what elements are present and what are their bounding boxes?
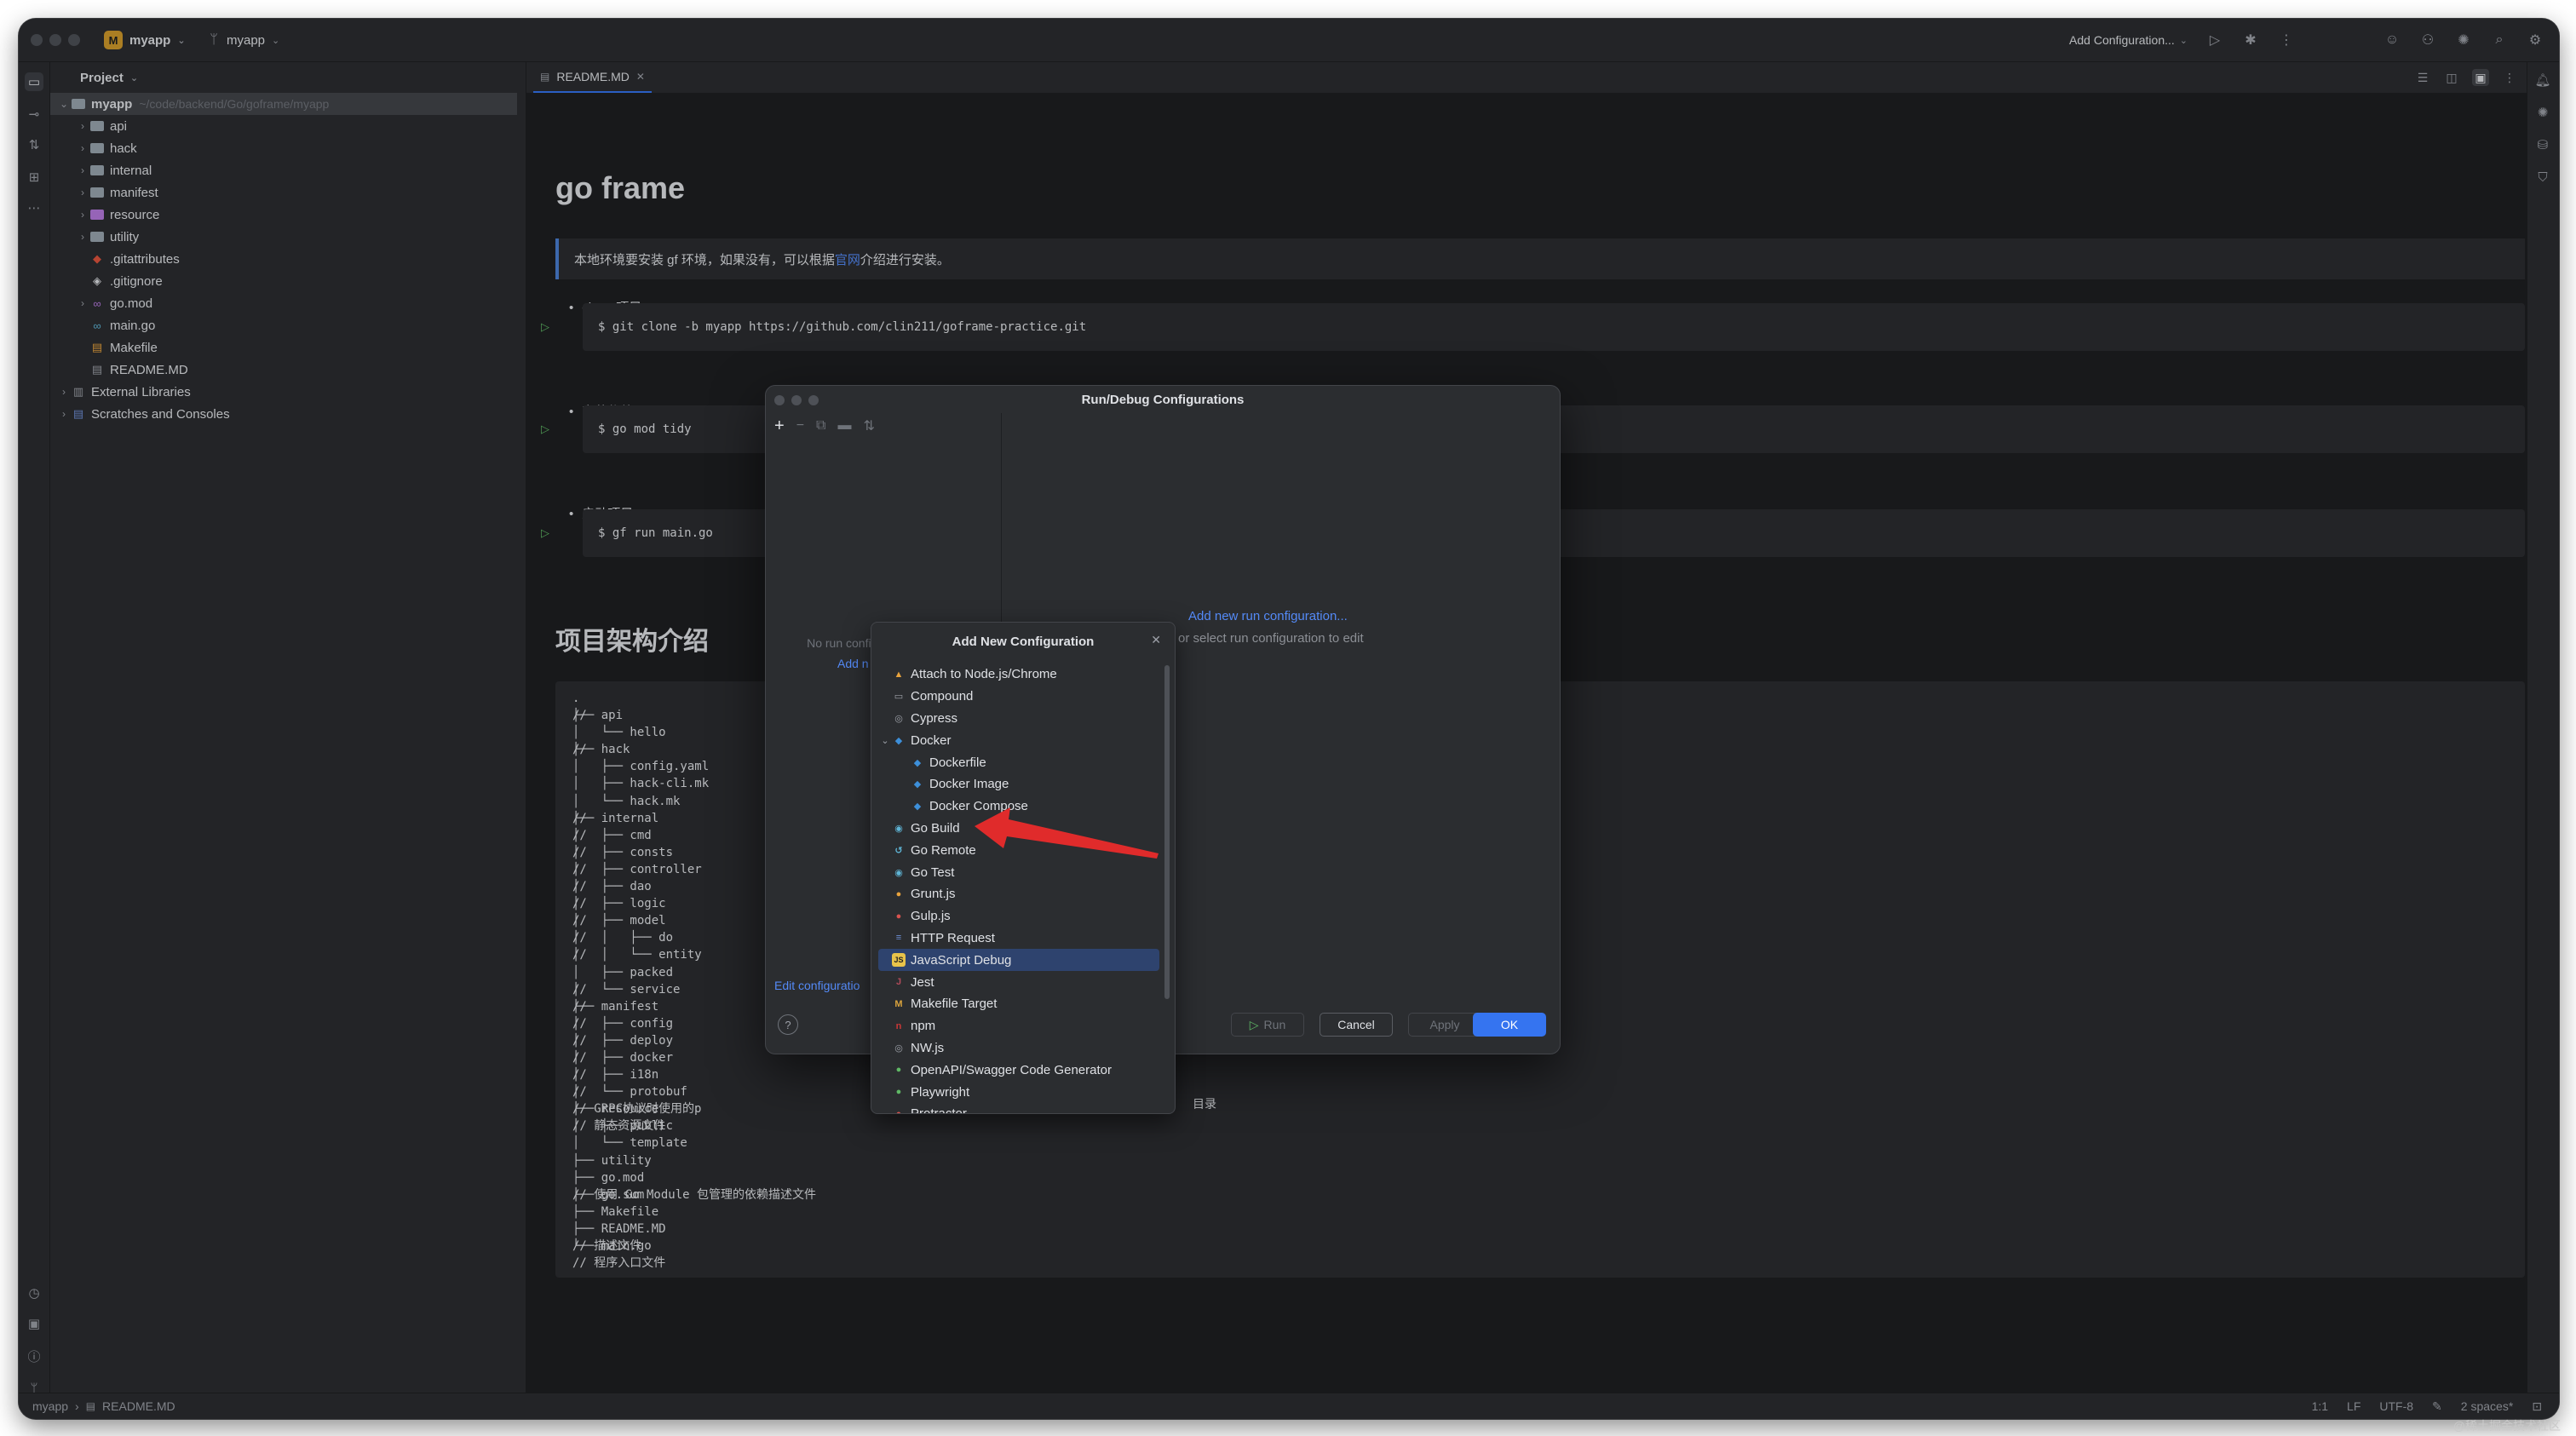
select-config-hint: or select run configuration to edit xyxy=(1178,631,1364,646)
config-type-label: Go Build xyxy=(911,820,960,836)
config-type-item[interactable]: ▭ Compound xyxy=(878,686,1159,708)
popup-title: Add New Configuration xyxy=(952,634,1095,649)
add-config-link[interactable]: Add n xyxy=(837,657,869,670)
add-new-run-config-link[interactable]: Add new run configuration... xyxy=(1188,609,1348,623)
http-request-icon: ≡ xyxy=(895,933,902,944)
config-type-label: Go Test xyxy=(911,864,955,880)
openapi-icon: ● xyxy=(895,1065,902,1076)
jest-icon: J xyxy=(895,977,902,988)
dialog-close-button[interactable] xyxy=(774,395,785,405)
docker-icon: ◆ xyxy=(913,801,922,813)
config-type-item[interactable]: ◎ Cypress xyxy=(878,708,1159,730)
run-button[interactable]: ▷ Run xyxy=(1231,1013,1304,1037)
makefile-icon: M xyxy=(894,998,903,1009)
go-build-icon: ◉ xyxy=(894,823,903,834)
config-type-label: Protractor xyxy=(911,1106,967,1114)
watermark: @稀土掘金技术社区 xyxy=(2452,1419,2561,1433)
configuration-type-list: ▲ Attach to Node.js/Chrome ▭ Compound ◎ Cypre… xyxy=(878,663,1159,1114)
config-type-item[interactable]: ● Grunt.js xyxy=(878,883,1159,905)
config-type-item[interactable]: ◆ Docker Image xyxy=(878,773,1159,796)
config-type-item[interactable]: ● Playwright xyxy=(878,1081,1159,1103)
help-button[interactable]: ? xyxy=(778,1014,798,1035)
dialog-zoom-button[interactable] xyxy=(808,395,819,405)
config-type-item[interactable]: ≡ HTTP Request xyxy=(878,928,1159,950)
playwright-icon: ● xyxy=(895,1087,902,1098)
chevron-down-icon[interactable]: ⌄ xyxy=(878,735,892,746)
arrow-shape xyxy=(975,807,1159,859)
protractor-icon: ● xyxy=(895,1108,902,1114)
config-type-label: Docker xyxy=(911,732,952,748)
config-type-label: OpenAPI/Swagger Code Generator xyxy=(911,1062,1112,1077)
config-type-label: Dockerfile xyxy=(929,755,986,770)
config-type-label: Playwright xyxy=(911,1084,970,1100)
dialog-minimize-button[interactable] xyxy=(791,395,802,405)
sort-icon[interactable]: ⇅ xyxy=(863,417,874,434)
edit-templates-link[interactable]: Edit configuratio xyxy=(774,979,860,992)
close-icon[interactable]: ✕ xyxy=(1151,633,1161,647)
config-type-item[interactable]: J Jest xyxy=(878,971,1159,993)
config-type-label: JavaScript Debug xyxy=(911,952,1012,968)
config-type-label: Cypress xyxy=(911,710,958,726)
popup-header: Add New Configuration ✕ xyxy=(871,623,1175,660)
config-type-item[interactable]: ● Protractor xyxy=(878,1103,1159,1114)
config-type-item[interactable]: M Makefile Target xyxy=(878,993,1159,1015)
run-icon: ▷ xyxy=(1249,1017,1259,1031)
config-type-label: HTTP Request xyxy=(911,930,995,945)
config-type-item[interactable]: ▲ Attach to Node.js/Chrome xyxy=(878,663,1159,686)
go-remote-icon: ↺ xyxy=(894,845,903,856)
ok-button[interactable]: OK xyxy=(1473,1013,1546,1037)
go-test-icon: ◉ xyxy=(894,867,903,878)
config-type-label: Grunt.js xyxy=(911,887,956,902)
config-type-item[interactable]: ◆ Dockerfile xyxy=(878,751,1159,773)
config-type-label: Docker Image xyxy=(929,777,1009,792)
docker-icon: ◆ xyxy=(894,735,903,746)
nodejs-attach-icon: ▲ xyxy=(894,669,904,680)
remove-icon[interactable]: − xyxy=(796,418,804,434)
config-type-label: Attach to Node.js/Chrome xyxy=(911,667,1057,682)
annotation-arrow xyxy=(975,807,1159,859)
javascript-debug-icon: JS xyxy=(892,953,906,968)
npm-icon: n xyxy=(895,1020,902,1031)
cypress-icon: ◎ xyxy=(894,713,903,724)
config-type-item[interactable]: ⌄ ◆ Docker xyxy=(878,729,1159,751)
folder-icon[interactable]: ▬ xyxy=(837,418,851,434)
config-type-item[interactable]: ◎ NW.js xyxy=(878,1037,1159,1060)
config-type-label: Makefile Target xyxy=(911,997,998,1012)
config-type-label: npm xyxy=(911,1019,936,1034)
docker-icon: ◆ xyxy=(913,779,922,790)
config-type-label: Jest xyxy=(911,974,934,990)
grunt-icon: ● xyxy=(895,888,902,899)
scrollbar[interactable] xyxy=(1164,665,1170,999)
config-type-label: NW.js xyxy=(911,1040,945,1055)
config-type-item[interactable]: JS JavaScript Debug xyxy=(878,949,1159,972)
config-type-item[interactable]: ● Gulp.js xyxy=(878,905,1159,928)
config-type-label: Gulp.js xyxy=(911,909,951,924)
add-icon[interactable]: + xyxy=(774,416,785,436)
cancel-button[interactable]: Cancel xyxy=(1320,1013,1393,1037)
copy-icon[interactable]: ⧉ xyxy=(816,418,825,434)
nwjs-icon: ◎ xyxy=(894,1043,903,1054)
config-type-label: Go Remote xyxy=(911,842,976,858)
gulp-icon: ● xyxy=(895,910,902,922)
apply-button[interactable]: Apply xyxy=(1408,1013,1481,1037)
config-toolbar: + − ⧉ ▬ ⇅ xyxy=(766,413,1001,439)
config-type-item[interactable]: n npm xyxy=(878,1015,1159,1037)
docker-icon: ◆ xyxy=(913,757,922,768)
dialog-title: Run/Debug Configurations xyxy=(1081,392,1245,407)
ide-window: M myapp ⌄ ᛘ myapp ⌄ Add Configuration...… xyxy=(19,19,2559,1419)
config-type-item[interactable]: ● OpenAPI/Swagger Code Generator xyxy=(878,1059,1159,1081)
dialog-title-bar: Run/Debug Configurations xyxy=(766,386,1560,413)
config-type-label: Compound xyxy=(911,689,974,704)
run-button-label: Run xyxy=(1263,1018,1286,1031)
compound-icon: ▭ xyxy=(894,692,904,703)
